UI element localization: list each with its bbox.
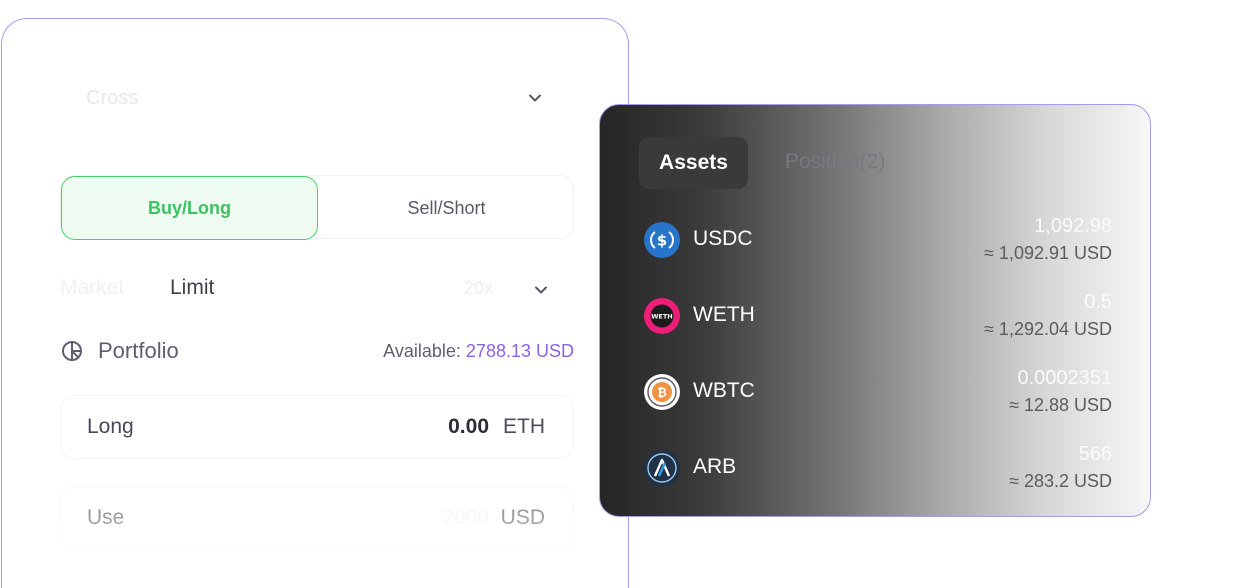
tab-assets[interactable]: Assets <box>639 137 748 189</box>
asset-usd-value: ≈ 1,292.04 USD <box>984 319 1112 339</box>
svg-text:WETH: WETH <box>651 313 672 321</box>
svg-text:$: $ <box>657 232 667 250</box>
assets-panel: Assets Position(2) $ USDC 1,092.98 ≈ 1,0… <box>599 104 1151 517</box>
portfolio-row: Portfolio Available: 2788.13 USD <box>60 333 574 369</box>
long-amount-field[interactable]: Long 0.00 ETH <box>60 395 574 459</box>
use-amount-placeholder[interactable]: 2000 <box>442 506 489 530</box>
leverage-value[interactable]: 20x <box>464 278 493 299</box>
tab-position[interactable]: Position(2) <box>785 150 885 174</box>
asset-symbol: ARB <box>693 455 737 478</box>
asset-row-weth[interactable]: WETH WETH 0.5 ≈ 1,292.04 USD <box>644 291 1112 351</box>
asset-row-wbtc[interactable]: ₿ WBTC 0.0002351 ≈ 12.88 USD <box>644 367 1112 427</box>
use-unit: USD <box>500 506 545 529</box>
trade-panel: Cross Buy/Long Sell/Short Market Limit 2… <box>1 18 629 588</box>
margin-mode-value: Cross <box>86 86 139 109</box>
long-label: Long <box>87 415 134 438</box>
usdc-icon: $ <box>644 222 680 258</box>
side-toggle: Buy/Long Sell/Short <box>60 175 575 240</box>
arb-icon <box>644 450 680 486</box>
buy-long-button[interactable]: Buy/Long <box>61 176 318 240</box>
asset-symbol: USDC <box>693 227 753 250</box>
order-type-row: Market Limit 20x <box>60 269 560 309</box>
svg-text:₿: ₿ <box>657 386 667 400</box>
available-label: Available: <box>383 341 461 361</box>
asset-balance: 1,092.98 <box>1034 215 1112 237</box>
chevron-down-icon <box>528 91 542 105</box>
tab-market[interactable]: Market <box>60 276 124 300</box>
asset-row-arb[interactable]: ARB 566 ≈ 283.2 USD <box>644 443 1112 503</box>
asset-balance: 0.0002351 <box>1017 367 1112 389</box>
margin-mode-select[interactable]: Cross <box>62 75 562 121</box>
asset-balance: 566 <box>1078 443 1112 465</box>
asset-symbol: WETH <box>693 303 755 326</box>
asset-row-usdc[interactable]: $ USDC 1,092.98 ≈ 1,092.91 USD <box>644 215 1112 275</box>
use-label: Use <box>87 506 125 529</box>
tab-limit[interactable]: Limit <box>170 276 214 300</box>
weth-icon: WETH <box>644 298 680 334</box>
portfolio-label: Portfolio <box>98 338 179 363</box>
long-unit: ETH <box>503 415 545 438</box>
asset-usd-value: ≈ 283.2 USD <box>1009 471 1112 491</box>
sell-short-button[interactable]: Sell/Short <box>318 176 575 240</box>
long-amount-value[interactable]: 0.00 <box>448 415 489 439</box>
asset-usd-value: ≈ 1,092.91 USD <box>984 243 1112 263</box>
chevron-down-icon[interactable] <box>534 283 548 297</box>
use-amount-field[interactable]: Use 2000 USD <box>60 486 574 550</box>
wbtc-icon: ₿ <box>644 374 680 410</box>
asset-usd-value: ≈ 12.88 USD <box>1009 395 1112 415</box>
asset-balance: 0.5 <box>1084 291 1112 313</box>
pie-chart-icon <box>60 339 84 363</box>
available-balance: Available: 2788.13 USD <box>383 341 574 362</box>
available-amount: 2788.13 USD <box>465 341 574 361</box>
asset-symbol: WBTC <box>693 379 755 402</box>
